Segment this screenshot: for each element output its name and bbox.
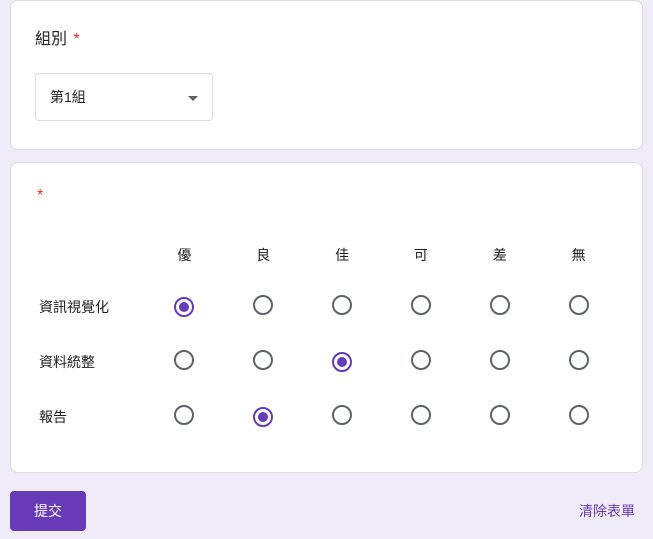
grid-cell	[460, 334, 539, 389]
radio-option[interactable]	[490, 405, 510, 425]
radio-option[interactable]	[490, 350, 510, 370]
grid-col-header: 可	[381, 229, 460, 279]
form-footer: 提交 清除表單	[10, 485, 643, 531]
radio-dot	[179, 302, 189, 312]
grid-cell	[145, 389, 224, 444]
radio-option[interactable]	[253, 295, 273, 315]
grid-row-label: 報告	[35, 389, 145, 444]
radio-option[interactable]	[174, 350, 194, 370]
grid-cell	[224, 389, 303, 444]
grid-row: 資料統整	[35, 334, 618, 389]
grid-row: 報告	[35, 389, 618, 444]
radio-option[interactable]	[569, 405, 589, 425]
rating-grid: 優 良 佳 可 差 無 資訊視覺化資料統整報告	[35, 229, 618, 444]
grid-cell	[381, 279, 460, 334]
radio-option[interactable]	[490, 295, 510, 315]
radio-option[interactable]	[174, 405, 194, 425]
grid-col-header: 佳	[303, 229, 382, 279]
radio-option[interactable]	[569, 350, 589, 370]
question-label: *	[35, 187, 618, 205]
radio-option[interactable]	[253, 407, 273, 427]
grid-cell	[381, 334, 460, 389]
radio-option[interactable]	[411, 295, 431, 315]
chevron-down-icon	[188, 89, 198, 105]
group-select[interactable]: 第1組	[35, 73, 213, 121]
grid-cell	[303, 279, 382, 334]
grid-cell	[539, 279, 618, 334]
grid-col-header: 差	[460, 229, 539, 279]
grid-row-label: 資訊視覺化	[35, 279, 145, 334]
grid-col-header: 良	[224, 229, 303, 279]
radio-option[interactable]	[253, 350, 273, 370]
grid-cell	[303, 334, 382, 389]
grid-col-header: 無	[539, 229, 618, 279]
grid-cell	[224, 334, 303, 389]
grid-cell	[145, 334, 224, 389]
radio-dot	[258, 412, 268, 422]
group-selected-value: 第1組	[50, 87, 86, 107]
grid-cell	[224, 279, 303, 334]
radio-dot	[337, 357, 347, 367]
grid-cell	[539, 389, 618, 444]
radio-option[interactable]	[174, 297, 194, 317]
grid-cell	[539, 334, 618, 389]
submit-button[interactable]: 提交	[10, 491, 86, 531]
grid-cell	[381, 389, 460, 444]
radio-option[interactable]	[332, 405, 352, 425]
radio-option[interactable]	[332, 352, 352, 372]
question-card-group: 組別 * 第1組	[10, 0, 643, 150]
grid-cell	[303, 389, 382, 444]
grid-cell	[145, 279, 224, 334]
grid-cell	[460, 279, 539, 334]
grid-row: 資訊視覺化	[35, 279, 618, 334]
grid-col-header: 優	[145, 229, 224, 279]
clear-form-link[interactable]: 清除表單	[571, 493, 643, 529]
question-card-rating: * 優 良 佳 可 差 無 資訊視覺化資料統整報告	[10, 162, 643, 473]
radio-option[interactable]	[411, 405, 431, 425]
radio-option[interactable]	[569, 295, 589, 315]
grid-corner	[35, 229, 145, 279]
grid-row-label: 資料統整	[35, 334, 145, 389]
grid-cell	[460, 389, 539, 444]
question-label: 組別 *	[35, 25, 618, 49]
radio-option[interactable]	[411, 350, 431, 370]
radio-option[interactable]	[332, 295, 352, 315]
question-text: 組別	[35, 31, 67, 48]
required-asterisk: *	[73, 31, 79, 48]
required-asterisk: *	[37, 187, 43, 204]
